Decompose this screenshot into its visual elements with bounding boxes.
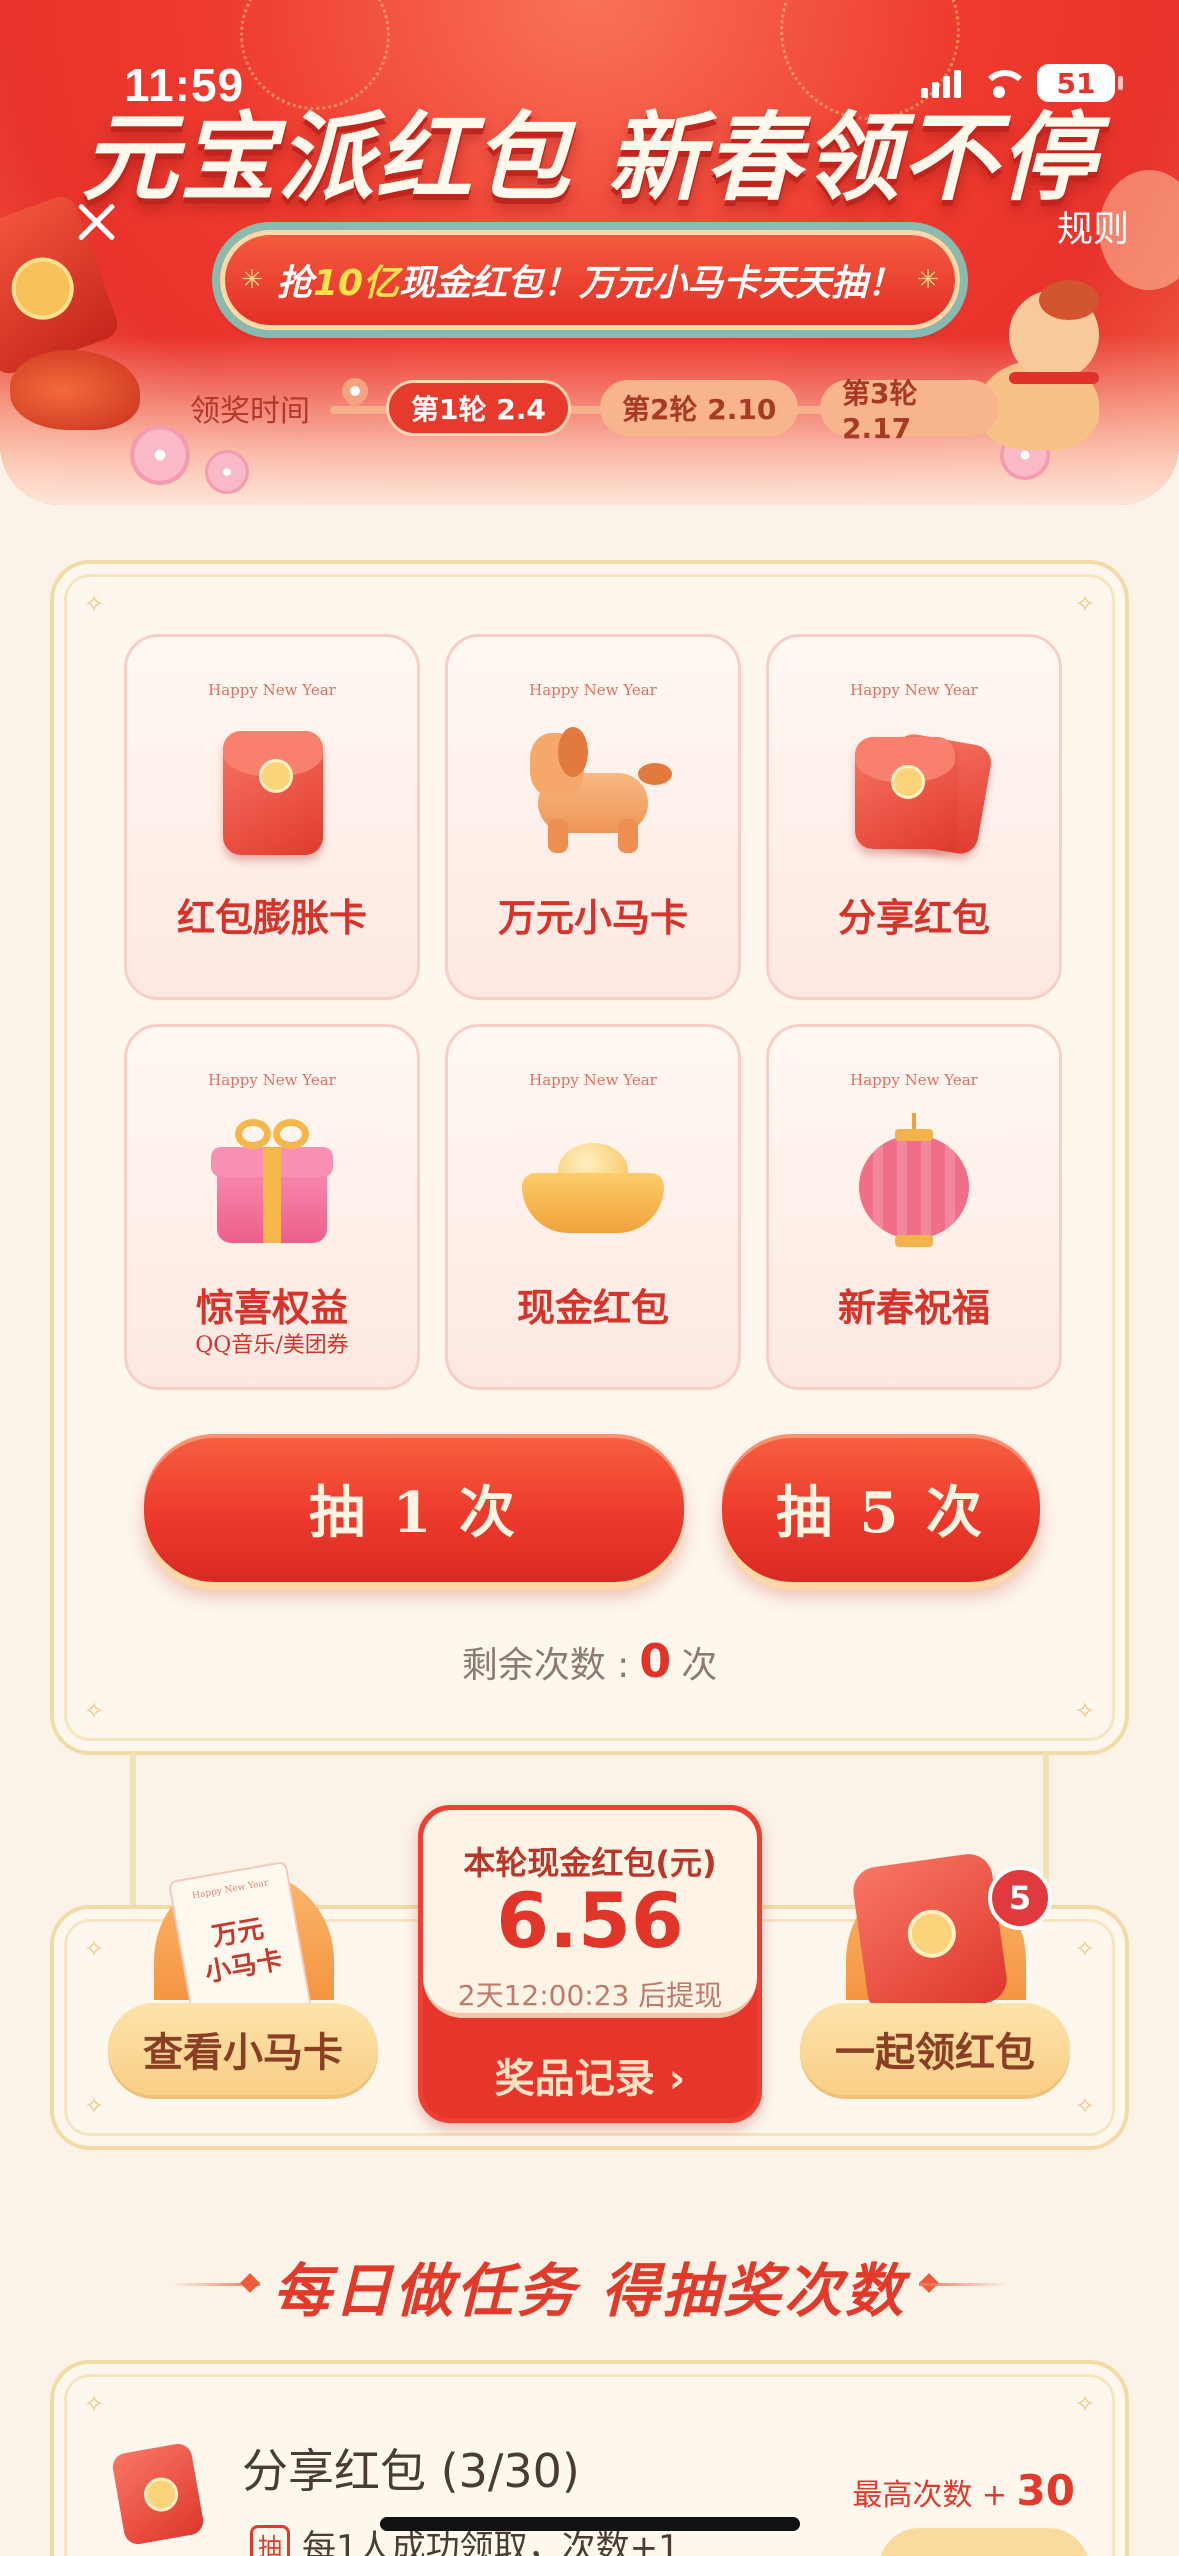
lottery-card: ✧ ✧ ✧ ✧ Happy New Year 红包膨胀卡 Happy New Y…: [50, 560, 1129, 1755]
promo-text: 抢10亿现金红包！万元小马卡天天抽！: [276, 263, 904, 304]
prize-tag: Happy New Year: [529, 681, 657, 699]
wifi-icon: [979, 68, 1029, 98]
task-title: 分享红包 (3/30): [242, 2444, 580, 2498]
sparkle-icon: ✳: [241, 265, 263, 295]
corner-ornament-icon: ✧: [1074, 1697, 1095, 1725]
cash-pool-box: 本轮现金红包(元) 6.56 2天12:00:23 后提现 奖品记录 ›: [418, 1805, 762, 2123]
lantern-icon: [839, 1113, 989, 1253]
flower-decoration: [130, 425, 190, 485]
rules-link[interactable]: 规则: [1057, 200, 1129, 252]
prize-tag: Happy New Year: [208, 1071, 336, 1089]
corner-ornament-icon: ✧: [84, 2092, 105, 2120]
corner-ornament-icon: ✧: [1074, 2390, 1095, 2418]
flower-decoration: [205, 450, 249, 494]
prize-name: 惊喜权益: [195, 1285, 348, 1330]
prize-name: 新春祝福: [837, 1285, 990, 1330]
cash-pool-amount: 6.56: [496, 1876, 684, 1965]
close-icon[interactable]: [72, 198, 120, 246]
red-envelope-icon: [110, 2441, 206, 2547]
card-tag: Happy New Year: [191, 1878, 269, 1902]
horse-icon: [518, 723, 672, 863]
gold-ingot-icon: [518, 1113, 668, 1253]
gift-box-icon: [197, 1113, 347, 1253]
draw-tag-icon: 抽: [250, 2524, 290, 2556]
view-horse-card-button[interactable]: 查看小马卡: [108, 2003, 378, 2095]
prize-card-blessing: Happy New Year 新春祝福: [766, 1024, 1062, 1390]
prize-tag: Happy New Year: [850, 681, 978, 699]
prize-card-horse: Happy New Year 万元小马卡: [445, 634, 741, 1000]
battery-icon: 51: [1037, 64, 1123, 102]
prize-name: 现金红包: [516, 1285, 669, 1330]
sparkle-icon: ✳: [917, 265, 939, 295]
timeline-label: 领奖时间: [190, 394, 310, 429]
remaining-label: 剩余次数 :: [461, 1645, 630, 1686]
claim-together-button[interactable]: 一起领红包: [800, 2003, 1070, 2095]
cash-pool-header: 本轮现金红包(元) 6.56 2天12:00:23 后提现: [423, 1810, 757, 2018]
prize-tag: Happy New Year: [208, 681, 336, 699]
home-indicator[interactable]: [380, 2517, 800, 2531]
prize-card-share: Happy New Year 分享红包: [766, 634, 1062, 1000]
round-timeline: 领奖时间 第1轮 2.4 第2轮 2.10 第3轮 2.17: [190, 372, 999, 445]
corner-ornament-icon: ✧: [84, 590, 105, 618]
prize-name: 红包膨胀卡: [176, 895, 367, 940]
prize-name: 分享红包: [837, 895, 990, 940]
task-section-title: 每日做任务 得抽奖次数: [272, 2257, 907, 2325]
status-time: 11:59: [124, 59, 245, 111]
round-pill-3[interactable]: 第3轮 2.17: [820, 377, 999, 445]
corner-ornament-icon: ✧: [1074, 2092, 1095, 2120]
location-pin-icon: [336, 372, 374, 410]
koi-fish-decoration: [10, 350, 140, 430]
prize-tag: Happy New Year: [850, 1071, 978, 1089]
task-max-count: 最高次数 + 30: [852, 2466, 1075, 2515]
draw-five-button[interactable]: 抽 5 次: [722, 1434, 1040, 1582]
corner-ornament-icon: ✧: [1074, 590, 1095, 618]
corner-ornament-icon: ✧: [84, 2390, 105, 2418]
prize-record-link[interactable]: 奖品记录 ›: [423, 2046, 757, 2104]
notification-badge: 5: [988, 1866, 1052, 1930]
remaining-count: 剩余次数 :0次: [54, 1634, 1125, 1688]
task-max-value: 30: [1016, 2466, 1075, 2515]
corner-ornament-icon: ✧: [1074, 1935, 1095, 1963]
connector-line: [130, 1752, 136, 1912]
prize-subtitle: QQ音乐/美团券: [195, 1333, 349, 1358]
status-icons: 51: [921, 64, 1123, 102]
red-envelope-icon: [850, 1850, 1010, 2020]
corner-ornament-icon: ✧: [84, 1935, 105, 1963]
draw-once-button[interactable]: 抽 1 次: [144, 1434, 684, 1582]
prize-card-cash: Happy New Year 现金红包: [445, 1024, 741, 1390]
signal-icon: [921, 68, 961, 98]
double-envelope-icon: [839, 723, 994, 863]
prize-tag: Happy New Year: [529, 1071, 657, 1089]
round-pill-1[interactable]: 第1轮 2.4: [386, 380, 571, 436]
prize-card-surprise: Happy New Year 惊喜权益 QQ音乐/美团券: [124, 1024, 420, 1390]
task-max-label: 最高次数 +: [852, 2478, 1017, 2513]
corner-ornament-icon: ✧: [84, 1697, 105, 1725]
prize-card-expand: Happy New Year 红包膨胀卡: [124, 634, 420, 1000]
withdraw-countdown: 2天12:00:23 后提现: [457, 1979, 723, 2012]
red-envelope-icon: [197, 723, 347, 863]
remaining-unit: 次: [681, 1645, 718, 1686]
task-action-button[interactable]: [879, 2528, 1089, 2556]
promo-banner: ✳ 抢10亿现金红包！万元小马卡天天抽！ ✳: [220, 230, 960, 330]
prize-name: 万元小马卡: [497, 895, 688, 940]
remaining-value: 0: [639, 1634, 672, 1688]
round-pill-2[interactable]: 第2轮 2.10: [600, 380, 799, 436]
